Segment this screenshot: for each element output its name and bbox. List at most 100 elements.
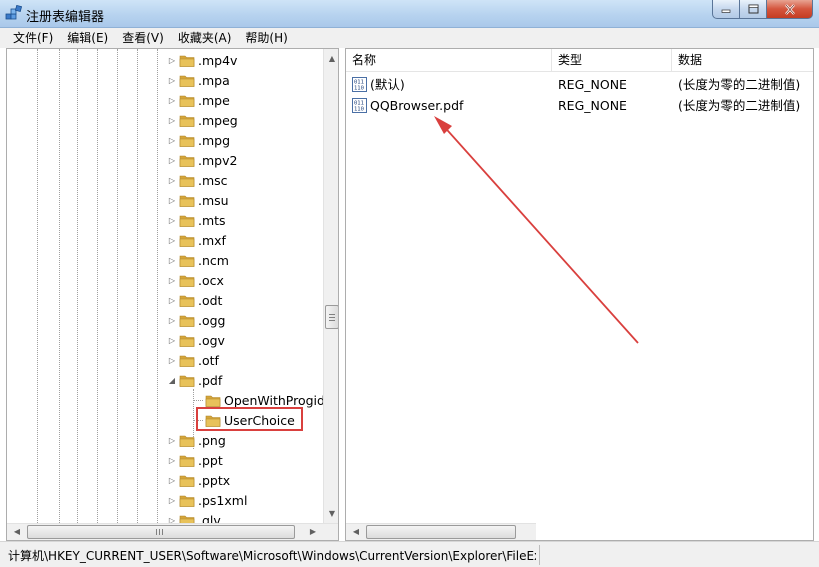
- tree-item[interactable]: ▷ .msu: [167, 190, 229, 210]
- list-item[interactable]: 011 110 QQBrowser.pdf REG_NONE (长度为零的二进制…: [346, 95, 813, 116]
- folder-icon: [179, 315, 195, 327]
- tree-item[interactable]: ▷ .mpeg: [167, 110, 238, 130]
- scroll-down-icon[interactable]: ▼: [324, 506, 338, 522]
- list-item[interactable]: 011 110 (默认) REG_NONE (长度为零的二进制值): [346, 74, 813, 95]
- expand-arrow-icon[interactable]: ▷: [167, 256, 177, 265]
- expand-arrow-icon[interactable]: ▷: [167, 236, 177, 245]
- scroll-right-icon[interactable]: ▶: [305, 524, 321, 540]
- maximize-button[interactable]: [740, 0, 767, 19]
- menu-favorites[interactable]: 收藏夹(A): [171, 28, 239, 48]
- tree-item[interactable]: ▷ .ncm: [167, 250, 229, 270]
- scroll-thumb[interactable]: [27, 525, 295, 539]
- tree-item-label: .msc: [198, 172, 228, 188]
- list-horizontal-scrollbar[interactable]: ◀: [346, 523, 536, 540]
- tree-item[interactable]: ▷ .mpe: [167, 90, 230, 110]
- folder-icon: [179, 455, 195, 467]
- expand-arrow-icon[interactable]: ▷: [167, 176, 177, 185]
- folder-icon: [179, 295, 195, 307]
- expand-arrow-icon[interactable]: ▷: [167, 156, 177, 165]
- folder-icon: [179, 435, 195, 447]
- expand-arrow-icon[interactable]: ▷: [167, 276, 177, 285]
- tree-guide-line: [117, 49, 118, 523]
- tree-item-label: .ps1xml: [198, 492, 248, 508]
- scroll-left-icon[interactable]: ◀: [9, 524, 25, 540]
- expand-arrow-icon[interactable]: ▷: [167, 56, 177, 65]
- expand-arrow-icon[interactable]: ▷: [167, 76, 177, 85]
- tree-item[interactable]: ▷ .png: [167, 430, 226, 450]
- menu-file[interactable]: 文件(F): [6, 28, 60, 48]
- folder-icon: [205, 395, 221, 407]
- tree-item[interactable]: ▷ .mts: [167, 210, 226, 230]
- folder-icon: [179, 495, 195, 507]
- scroll-thumb[interactable]: [366, 525, 516, 539]
- grip-line: [159, 529, 160, 535]
- column-header-data[interactable]: 数据: [672, 49, 813, 71]
- expand-arrow-icon[interactable]: ▷: [167, 356, 177, 365]
- tree-item[interactable]: ◢ .pdf: [167, 370, 222, 390]
- tree-item[interactable]: ▷ .mp4v: [167, 50, 238, 70]
- tree-item-label: .ogv: [198, 332, 225, 348]
- expand-arrow-icon[interactable]: ▷: [167, 316, 177, 325]
- folder-icon: [179, 55, 195, 67]
- annotation-highlight-box: [196, 407, 303, 431]
- menu-view[interactable]: 查看(V): [115, 28, 171, 48]
- expand-arrow-icon[interactable]: ▷: [167, 196, 177, 205]
- key-tree-pane[interactable]: ▷ .mp4v ▷ .mpa ▷ .mpe ▷ .mpeg ▷ .mpg ▷ .mpv2 ▷ .msc ▷.…: [6, 48, 339, 541]
- tree-item[interactable]: ▷ .msc: [167, 170, 228, 190]
- expand-arrow-icon[interactable]: ▷: [167, 436, 177, 445]
- expand-arrow-icon[interactable]: ▷: [167, 296, 177, 305]
- status-separator: [539, 545, 540, 565]
- minimize-button[interactable]: [712, 0, 740, 19]
- window-controls: [712, 0, 813, 20]
- tree-item[interactable]: ▷ .odt: [167, 290, 223, 310]
- column-header-type[interactable]: 类型: [552, 49, 672, 71]
- tree-item[interactable]: ▷ .mpv2: [167, 150, 238, 170]
- tree-item-label: .mp4v: [198, 52, 238, 68]
- expand-arrow-icon[interactable]: ▷: [167, 496, 177, 505]
- tree-guide-line: [157, 49, 158, 523]
- scroll-left-icon[interactable]: ◀: [348, 524, 364, 540]
- tree-item[interactable]: ▷ .ogv: [167, 330, 225, 350]
- column-header-name[interactable]: 名称: [346, 49, 552, 71]
- tree-horizontal-scrollbar[interactable]: ◀ ▶: [7, 523, 338, 540]
- folder-icon: [179, 95, 195, 107]
- folder-icon: [179, 175, 195, 187]
- expand-arrow-icon[interactable]: ▷: [167, 476, 177, 485]
- scroll-thumb[interactable]: [325, 305, 338, 329]
- tree-item[interactable]: ▷ .ogg: [167, 310, 226, 330]
- value-name: QQBrowser.pdf: [370, 98, 464, 113]
- menu-bar: 文件(F) 编辑(E) 查看(V) 收藏夹(A) 帮助(H): [0, 28, 819, 48]
- tree-vertical-scrollbar[interactable]: ▲ ▼: [323, 49, 338, 523]
- tree-item-label: .mpv2: [198, 152, 238, 168]
- expand-arrow-icon[interactable]: ▷: [167, 136, 177, 145]
- value-list-pane[interactable]: 名称 类型 数据 011 110 (默认) REG_NONE (长度为零的二进制…: [345, 48, 814, 541]
- menu-edit[interactable]: 编辑(E): [60, 28, 115, 48]
- folder-icon: [179, 75, 195, 87]
- tree-item[interactable]: ▷ .ppt: [167, 450, 223, 470]
- tree-item[interactable]: ▷ .pptx: [167, 470, 230, 490]
- tree-item[interactable]: ▷ .ps1xml: [167, 490, 248, 510]
- tree-item[interactable]: ▷ .mxf: [167, 230, 226, 250]
- collapse-arrow-icon[interactable]: ◢: [167, 376, 177, 385]
- expand-arrow-icon[interactable]: ▷: [167, 116, 177, 125]
- expand-arrow-icon[interactable]: ▷: [167, 456, 177, 465]
- minimize-icon: [721, 9, 731, 13]
- expand-arrow-icon[interactable]: ▷: [167, 96, 177, 105]
- grip-line: [329, 317, 335, 318]
- expand-arrow-icon[interactable]: ▷: [167, 336, 177, 345]
- tree-item[interactable]: ▷ .mpg: [167, 130, 230, 150]
- tree-item-label: .mts: [198, 212, 226, 228]
- folder-icon: [179, 375, 195, 387]
- tree-guide-line: [59, 49, 60, 523]
- tree-item[interactable]: ▷ .ocx: [167, 270, 224, 290]
- binary-value-icon: 011 110: [352, 98, 367, 113]
- header-divider: [346, 71, 813, 72]
- current-key-path: 计算机\HKEY_CURRENT_USER\Software\Microsoft…: [8, 549, 536, 563]
- scroll-up-icon[interactable]: ▲: [324, 51, 338, 67]
- menu-help[interactable]: 帮助(H): [238, 28, 294, 48]
- tree-item[interactable]: ▷ .mpa: [167, 70, 230, 90]
- expand-arrow-icon[interactable]: ▷: [167, 216, 177, 225]
- close-button[interactable]: [767, 0, 813, 19]
- tree-item[interactable]: ▷ .otf: [167, 350, 219, 370]
- tree-guide-line: [37, 49, 38, 523]
